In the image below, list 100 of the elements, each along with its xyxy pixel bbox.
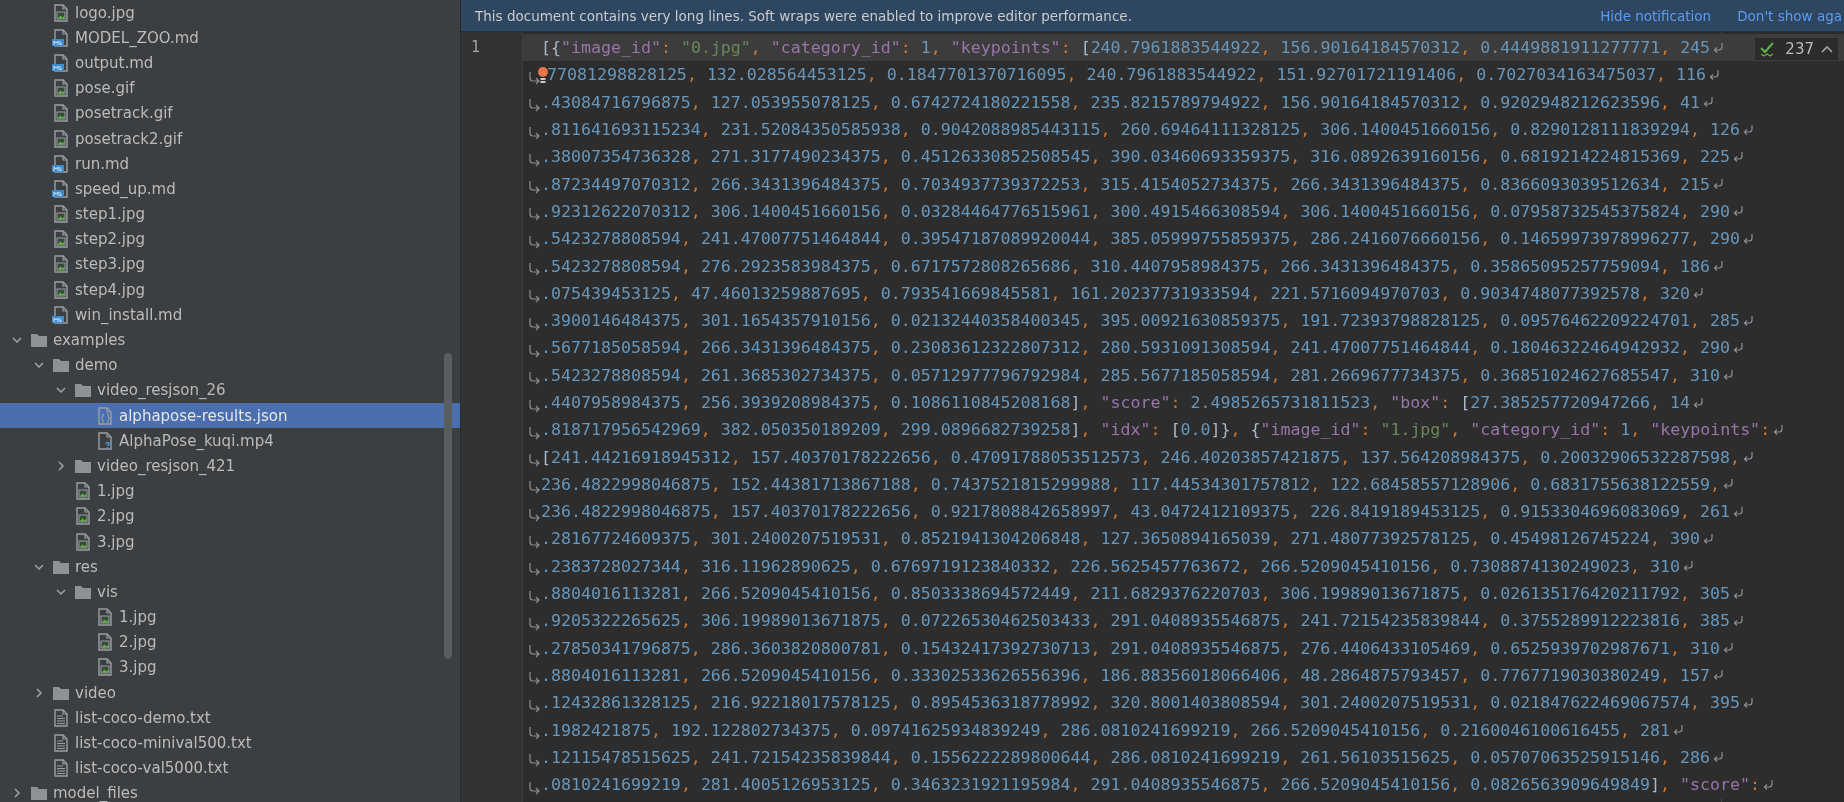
image-file-icon	[52, 79, 70, 98]
soft-wrap-icon	[1732, 613, 1746, 628]
file-tree-item[interactable]: 2.jpg	[0, 503, 460, 529]
code-text: .4407958984375, 256.3939208984375, 0.1086110845208168], "score": 2.4985265731811523, "box": [27.385257720947266, 14	[541, 393, 1691, 412]
notification-link[interactable]: Hide notification	[1600, 7, 1712, 24]
folder-tree-item[interactable]: video	[0, 680, 460, 706]
file-tree-item[interactable]: 3.jpg	[0, 654, 460, 681]
folder-tree-item[interactable]: demo	[0, 352, 460, 378]
file-tree-item[interactable]: step4.jpg	[0, 277, 460, 303]
file-tree-item[interactable]: pose.gif	[0, 75, 460, 101]
soft-wrap-icon	[527, 615, 541, 632]
soft-wrap-icon	[1722, 477, 1736, 492]
text-file-icon	[52, 708, 70, 727]
markdown-file-icon	[52, 53, 70, 72]
code-text: .28167724609375, 301.2400207519531, 0.8521941304206848, 127.3650894165039, 271.48077392578125, 0.45498126745224, 390	[541, 529, 1701, 549]
code-text: .5423278808594, 276.2923583984375, 0.6717572808265686, 310.4407958984375, 266.3431396484375, 0.35865095257759094, 186	[541, 256, 1711, 276]
folder-tree-item[interactable]: examples	[0, 327, 460, 353]
lightbulb-icon	[537, 65, 549, 84]
soft-wrap-icon	[1742, 231, 1756, 246]
file-tree-item[interactable]: 1.jpg	[0, 604, 460, 630]
soft-wrap-icon	[1762, 777, 1776, 792]
soft-wrap-icon	[527, 179, 541, 196]
inspection-widget[interactable]: 237	[1755, 38, 1838, 60]
code-text: .0810241699219, 281.4005126953125, 0.3463231921195984, 291.0408935546875, 266.5209045410156, 0.0826563909649849], "score":	[541, 775, 1760, 795]
file-tree-item[interactable]: MODEL_ZOO.md	[0, 25, 460, 51]
folder-tree-item[interactable]: video_resjson_421	[0, 453, 460, 479]
folder-tree-item[interactable]: video_resjson_26	[0, 377, 460, 403]
file-tree-item[interactable]: 1.jpg	[0, 478, 460, 504]
image-file-icon	[74, 482, 92, 501]
folder-tree-item[interactable]: res	[0, 554, 460, 580]
line-number: 1	[470, 37, 482, 58]
soft-wrap-icon	[527, 588, 541, 605]
file-tree-item[interactable]: run.md	[0, 151, 460, 177]
file-tree-item[interactable]: logo.jpg	[0, 0, 460, 26]
soft-wrap-icon	[527, 534, 541, 550]
soft-wrap-icon	[527, 424, 541, 441]
folder-icon	[74, 381, 92, 400]
file-tree-item[interactable]: AlphaPose_kuqi.mp4	[0, 428, 460, 454]
soft-wrap-icon	[527, 697, 541, 714]
file-tree-item[interactable]: 2.jpg	[0, 629, 460, 655]
unknown-file-icon	[96, 431, 114, 450]
file-tree-item[interactable]: step1.jpg	[0, 201, 460, 227]
markdown-file-icon	[52, 179, 70, 198]
file-tree-item[interactable]: output.md	[0, 50, 460, 76]
image-file-icon	[52, 3, 70, 22]
file-tree-item[interactable]: speed_up.md	[0, 176, 460, 202]
image-file-icon	[52, 230, 70, 249]
file-tree-item[interactable]: step2.jpg	[0, 226, 460, 252]
soft-wrap-icon	[1742, 313, 1756, 328]
soft-wrap-icon	[527, 397, 541, 414]
soft-wrap-icon	[527, 670, 541, 687]
file-tree-item[interactable]: posetrack2.gif	[0, 125, 460, 152]
scrollbar[interactable]	[444, 353, 452, 659]
file-tree-item[interactable]: alphapose-results.json	[0, 403, 460, 429]
folder-tree-item[interactable]: vis	[0, 579, 460, 605]
code-text: .92312622070312, 306.1400451660156, 0.03284464776515961, 300.4915466308594, 306.1400451660156, 0.07958732545375824, 290	[541, 201, 1731, 221]
soft-wrap-icon	[527, 151, 541, 168]
folder-icon	[30, 784, 48, 802]
code-text: .2383728027344, 316.11962890625, 0.6769719123840332, 226.5625457763672, 266.5209045410156, 0.7308874130249023, 310	[541, 556, 1681, 576]
soft-wrap-icon	[527, 752, 541, 769]
image-file-icon	[52, 280, 70, 299]
soft-wrap-icon	[1732, 504, 1746, 519]
notification-link[interactable]: Don't show aga	[1737, 7, 1842, 24]
code-text: .9205322265625, 306.19989013671875, 0.07226530462503433, 291.0408935546875, 241.72154235839844, 0.3755289912223816, 385	[541, 611, 1730, 631]
image-file-icon	[52, 104, 70, 123]
caret-up-icon	[1820, 44, 1834, 54]
file-tree-item[interactable]: list-coco-demo.txt	[0, 705, 460, 731]
soft-wrap-icon	[527, 315, 541, 332]
soft-wrap-icon	[1742, 122, 1756, 137]
file-tree-item[interactable]: win_install.md	[0, 302, 460, 328]
soft-wrap-icon	[1742, 695, 1756, 710]
notification-message: This document contains very long lines. Soft wraps were enabled to improve editor performance.	[475, 7, 1132, 24]
image-file-icon	[52, 205, 70, 224]
soft-wrap-icon	[527, 561, 541, 578]
soft-wrap-icon	[1732, 149, 1746, 164]
soft-wrap-icon	[527, 233, 541, 250]
soft-wrap-icon	[527, 725, 541, 742]
file-tree-item[interactable]: list-coco-minival500.txt	[0, 730, 460, 756]
code-text: .12432861328125, 216.92218017578125, 0.8954536318778992, 320.8001403808594, 301.2400207519531, 0.021847622469067574, 395	[541, 693, 1740, 713]
chevron-right-icon	[33, 686, 45, 699]
file-tree-item[interactable]: 3.jpg	[0, 528, 460, 555]
problem-count: 237	[1785, 40, 1814, 58]
file-tree-item[interactable]: step3.jpg	[0, 251, 460, 278]
soft-wrap-icon	[527, 342, 541, 359]
code-text: .075439453125, 47.46013259887695, 0.793541669845581, 161.20237731933594, 221.5716094970703, 0.9034748077392578, 320	[541, 283, 1691, 303]
code-text: .818717956542969, 382.050350189209, 299.0896682739258], "idx": [0.0]}, {"image_id": "1.jpg", "category_id": 1, "keypoints":	[541, 420, 1771, 440]
code-text: [241.44216918945312, 157.40370178222656, 0.47091788053512573, 246.40203857421875, 137.564208984375, 0.20032906532287598,	[541, 447, 1740, 467]
code-text: .5423278808594, 241.47007751464844, 0.39547187089920044, 385.05999755859375, 286.2416076660156, 0.14659973978996277, 290	[541, 229, 1740, 249]
soft-wrap-icon	[527, 779, 541, 796]
file-tree-item[interactable]: posetrack.gif	[0, 100, 460, 126]
soft-wrap-icon	[527, 643, 541, 660]
image-file-icon	[96, 658, 114, 677]
code-text: .38007354736328, 271.3177490234375, 0.45126330852508545, 390.03460693359375, 316.0892639160156, 0.6819214224815369, 225	[541, 147, 1730, 167]
code-text: .8804016113281, 266.5209045410156, 0.33302533626556396, 186.88356018066406, 48.2864875793457, 0.7767719030380249, 157	[541, 665, 1711, 685]
image-file-icon	[74, 507, 92, 526]
code-text: .5677185058594, 266.3431396484375, 0.23083612322807312, 280.5931091308594, 241.47007751464844, 0.18046322464942932, 290	[541, 338, 1731, 358]
file-tree-item[interactable]: list-coco-val5000.txt	[0, 755, 460, 781]
folder-icon	[30, 331, 48, 350]
folder-tree-item[interactable]: model_files	[0, 780, 460, 802]
code-text: .1982421875, 192.122802734375, 0.09741625934839249, 286.0810241699219, 266.5209045410156, 0.2160046100616455, 281	[541, 720, 1671, 740]
